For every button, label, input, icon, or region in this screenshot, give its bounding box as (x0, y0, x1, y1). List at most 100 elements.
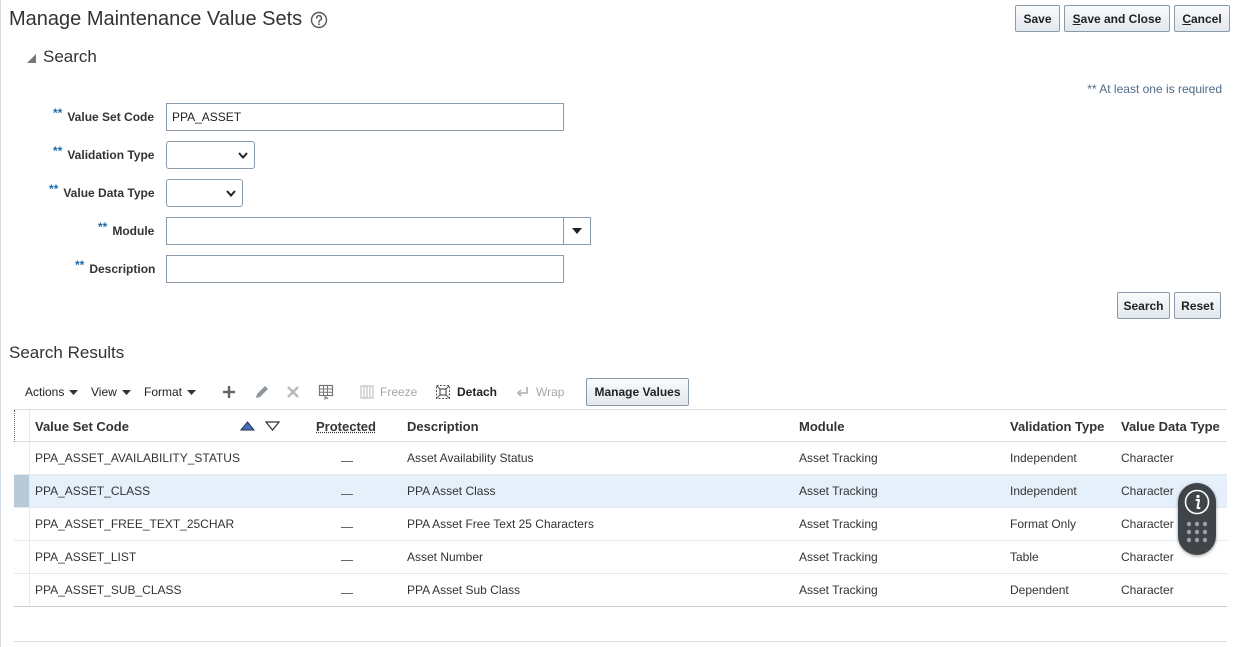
freeze-icon (360, 385, 374, 399)
search-button[interactable]: Search (1117, 292, 1170, 319)
cell-validation-type: Independent (1010, 451, 1077, 465)
column-header-value-data-type[interactable]: Value Data Type (1121, 410, 1220, 442)
cell-value-set-code: PPA_ASSET_FREE_TEXT_25CHAR (35, 517, 235, 531)
module-label: Module (112, 224, 155, 238)
chevron-down-icon (238, 152, 248, 159)
module-combobox[interactable] (166, 217, 591, 245)
reset-button[interactable]: Reset (1174, 292, 1221, 319)
validation-type-select[interactable] (166, 141, 255, 169)
cell-value-set-code: PPA_ASSET_CLASS (35, 484, 151, 498)
value-data-type-select[interactable] (166, 179, 243, 207)
triangle-down-icon (121, 389, 131, 395)
cell-validation-type: Dependent (1010, 583, 1069, 597)
query-by-example-icon (318, 384, 334, 400)
cell-description: PPA Asset Sub Class (407, 583, 521, 597)
cell-value-data-type: Character (1121, 517, 1174, 531)
left-border (0, 0, 1, 647)
freeze-button[interactable]: Freeze (360, 380, 417, 404)
pencil-icon (256, 386, 268, 398)
module-label-row: ** Module (98, 220, 155, 238)
required-marker: ** (49, 182, 59, 196)
cell-module: Asset Tracking (799, 451, 878, 465)
triangle-down-icon (187, 389, 197, 395)
description-label: Description (89, 262, 156, 276)
protected-indicator (341, 527, 353, 528)
actions-menu[interactable]: Actions (25, 380, 79, 404)
keypad-icon[interactable] (1186, 521, 1208, 543)
cell-description: Asset Availability Status (407, 451, 534, 465)
sort-descending-icon[interactable] (265, 421, 280, 431)
module-dropdown-button[interactable] (563, 218, 590, 244)
delete-row-button[interactable] (286, 380, 300, 404)
wrap-button[interactable]: Wrap (516, 380, 564, 404)
column-header-module[interactable]: Module (799, 410, 845, 442)
required-marker: ** (53, 144, 63, 158)
description-input[interactable] (166, 255, 564, 283)
row-selector-header[interactable] (14, 410, 30, 442)
cell-value-data-type: Character (1121, 484, 1174, 498)
add-row-button[interactable] (221, 380, 237, 404)
description-label-row: ** Description (75, 258, 156, 276)
required-marker: ** (75, 258, 85, 272)
search-section-header[interactable]: Search (26, 47, 97, 67)
cell-value-data-type: Character (1121, 550, 1174, 564)
value-data-type-label: Value Data Type (63, 186, 155, 200)
search-results-heading: Search Results (9, 343, 125, 362)
protected-indicator (341, 593, 353, 594)
table-header: Value Set Code Protected Description Mod… (14, 410, 1227, 442)
table-row-selected[interactable]: PPA_ASSET_CLASS PPA Asset Class Asset Tr… (14, 475, 1227, 508)
value-set-code-label-row: ** Value Set Code (53, 106, 155, 124)
cell-validation-type: Independent (1010, 484, 1077, 498)
sort-ascending-icon[interactable] (240, 421, 255, 431)
validation-type-label-row: ** Validation Type (53, 144, 155, 162)
protected-indicator (341, 560, 353, 561)
disclosure-triangle-icon[interactable] (26, 53, 37, 64)
column-header-protected[interactable]: Protected (316, 410, 376, 442)
cell-value-set-code: PPA_ASSET_SUB_CLASS (35, 583, 182, 597)
required-marker: ** (98, 220, 108, 234)
cell-value-set-code: PPA_ASSET_AVAILABILITY_STATUS (35, 451, 240, 465)
info-widget[interactable] (1178, 483, 1216, 555)
detach-icon (436, 385, 450, 399)
table-row[interactable]: PPA_ASSET_FREE_TEXT_25CHAR PPA Asset Fre… (14, 508, 1227, 541)
cell-validation-type: Format Only (1010, 517, 1077, 531)
cell-description: PPA Asset Free Text 25 Characters (407, 517, 594, 531)
table-row[interactable]: PPA_ASSET_SUB_CLASS PPA Asset Sub Class … (14, 574, 1227, 607)
cell-description: Asset Number (407, 550, 484, 564)
row-selector-divider (29, 410, 30, 608)
chevron-down-icon (226, 190, 236, 197)
results-table: Value Set Code Protected Description Mod… (14, 409, 1227, 608)
save-button[interactable]: Save (1015, 5, 1060, 32)
cell-module: Asset Tracking (799, 583, 878, 597)
manage-values-button[interactable]: Manage Values (586, 378, 689, 406)
value-set-code-input[interactable]: PPA_ASSET (166, 103, 564, 131)
triangle-down-icon (572, 228, 582, 234)
row-selection-indicator (14, 475, 29, 507)
table-row[interactable]: PPA_ASSET_AVAILABILITY_STATUS Asset Avai… (14, 442, 1227, 475)
cancel-button[interactable]: Cancel (1174, 5, 1230, 32)
edit-row-button[interactable] (254, 380, 270, 404)
cell-module: Asset Tracking (799, 484, 878, 498)
required-marker: ** (53, 106, 63, 120)
cell-validation-type: Table (1010, 550, 1039, 564)
format-menu[interactable]: Format (144, 380, 197, 404)
column-header-description[interactable]: Description (407, 410, 479, 442)
cell-module: Asset Tracking (799, 517, 878, 531)
value-data-type-label-row: ** Value Data Type (49, 182, 155, 200)
detach-button[interactable]: Detach (435, 380, 497, 404)
validation-type-label: Validation Type (67, 148, 155, 162)
required-note: ** At least one is required (1087, 82, 1222, 96)
column-header-validation-type[interactable]: Validation Type (1010, 410, 1104, 442)
table-row[interactable]: PPA_ASSET_LIST Asset Number Asset Tracki… (14, 541, 1227, 574)
save-and-close-button[interactable]: Save and Close (1064, 5, 1170, 32)
column-header-value-set-code[interactable]: Value Set Code (35, 410, 129, 442)
help-circle-icon[interactable] (310, 11, 328, 29)
cell-value-set-code: PPA_ASSET_LIST (35, 550, 137, 564)
search-heading: Search (43, 47, 97, 66)
info-icon[interactable] (1184, 489, 1210, 515)
cell-value-data-type: Character (1121, 583, 1174, 597)
view-menu[interactable]: View (91, 380, 131, 404)
value-set-code-label: Value Set Code (67, 110, 155, 124)
x-icon (287, 386, 299, 398)
query-by-example-button[interactable] (318, 380, 334, 404)
